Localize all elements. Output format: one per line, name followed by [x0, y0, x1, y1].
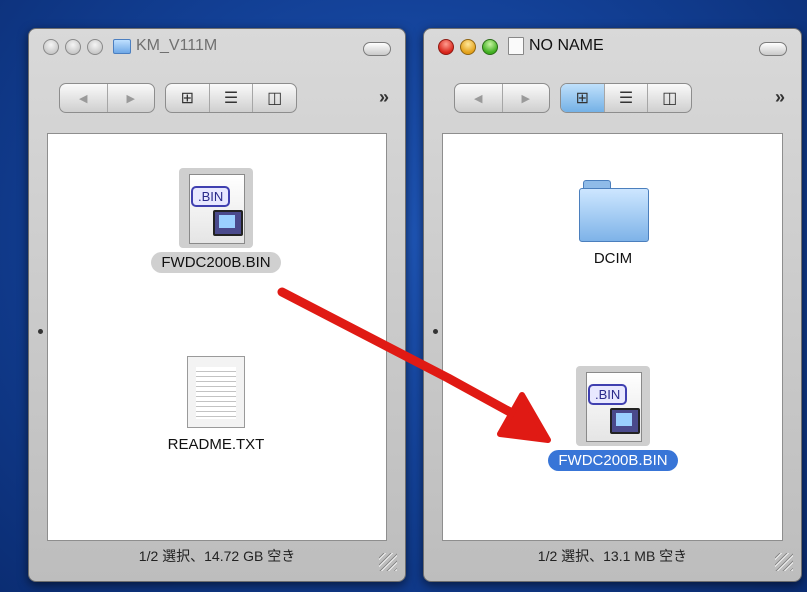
text-document-icon [187, 356, 245, 428]
forward-button[interactable]: ▶ [108, 84, 155, 112]
scroll-indicator [38, 329, 43, 334]
folder-name-label: DCIM [593, 250, 633, 267]
resize-grip-icon[interactable] [379, 553, 397, 571]
toolbar: ◀ ▶ ⊞ ☰ ◫ » [29, 69, 405, 125]
back-button[interactable]: ◀ [455, 84, 503, 112]
toolbar-toggle-button[interactable] [759, 42, 787, 56]
file-item-bin[interactable]: .BIN FWDC200B.BIN [136, 168, 296, 273]
back-button[interactable]: ◀ [60, 84, 108, 112]
minimize-button[interactable] [65, 39, 81, 55]
bin-file-icon: .BIN [576, 366, 650, 446]
status-bar: 1/2 選択、13.1 MB 空き [537, 548, 688, 564]
back-forward-control: ◀ ▶ [59, 83, 155, 113]
close-button[interactable] [438, 39, 454, 55]
folder-icon [577, 178, 649, 242]
toolbar-overflow-button[interactable]: » [379, 87, 389, 108]
file-name-label: FWDC200B.BIN [151, 252, 281, 273]
close-button[interactable] [43, 39, 59, 55]
titlebar[interactable]: KM_V111M [29, 29, 405, 65]
list-view-button[interactable]: ☰ [210, 84, 254, 112]
file-name-label: FWDC200B.BIN [548, 450, 678, 471]
icon-view-area[interactable]: DCIM .BIN FWDC200B.BIN [442, 133, 783, 541]
view-mode-control: ⊞ ☰ ◫ [560, 83, 692, 113]
icon-view-button[interactable]: ⊞ [561, 84, 605, 112]
finder-window-km-v111m[interactable]: KM_V111M ◀ ▶ ⊞ ☰ ◫ » .BIN FWDC200B.BIN R… [28, 28, 406, 582]
toolbar: ◀ ▶ ⊞ ☰ ◫ » [424, 69, 801, 125]
back-forward-control: ◀ ▶ [454, 83, 550, 113]
zoom-button[interactable] [87, 39, 103, 55]
forward-button[interactable]: ▶ [503, 84, 550, 112]
finder-window-no-name[interactable]: NO NAME ◀ ▶ ⊞ ☰ ◫ » DCIM .BIN FWDC200B.B… [423, 28, 802, 582]
file-item-readme[interactable]: README.TXT [136, 356, 296, 455]
disk-icon [508, 37, 524, 55]
window-title: KM_V111M [113, 37, 217, 55]
file-item-bin[interactable]: .BIN FWDC200B.BIN [533, 366, 693, 471]
column-view-button[interactable]: ◫ [648, 84, 691, 112]
scroll-indicator [433, 329, 438, 334]
folder-item-dcim[interactable]: DCIM [533, 178, 693, 269]
bin-file-icon: .BIN [179, 168, 253, 248]
view-mode-control: ⊞ ☰ ◫ [165, 83, 297, 113]
zoom-button[interactable] [482, 39, 498, 55]
icon-view-button[interactable]: ⊞ [166, 84, 210, 112]
window-title: NO NAME [508, 37, 604, 55]
folder-icon [113, 38, 131, 54]
resize-grip-icon[interactable] [775, 553, 793, 571]
list-view-button[interactable]: ☰ [605, 84, 649, 112]
toolbar-toggle-button[interactable] [363, 42, 391, 56]
column-view-button[interactable]: ◫ [253, 84, 296, 112]
toolbar-overflow-button[interactable]: » [775, 87, 785, 108]
minimize-button[interactable] [460, 39, 476, 55]
file-name-label: README.TXT [167, 436, 265, 453]
icon-view-area[interactable]: .BIN FWDC200B.BIN README.TXT [47, 133, 387, 541]
status-bar: 1/2 選択、14.72 GB 空き [138, 548, 296, 564]
titlebar[interactable]: NO NAME [424, 29, 801, 65]
